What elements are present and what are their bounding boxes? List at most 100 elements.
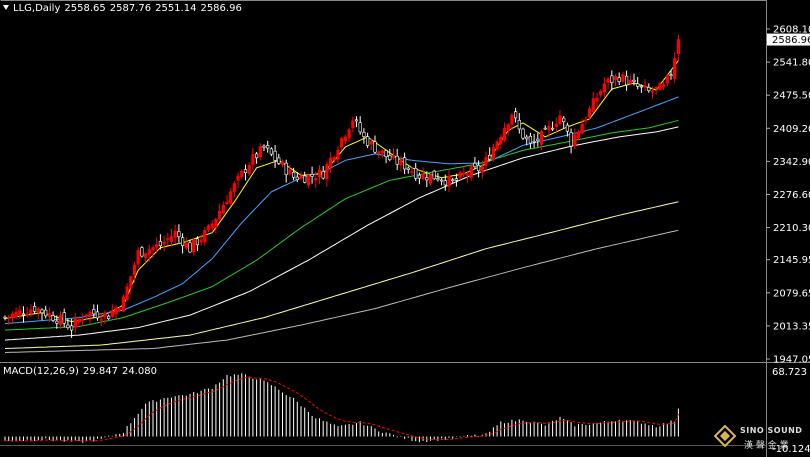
candle [203,226,207,246]
candle [528,132,532,149]
candle [273,144,277,168]
candle [192,238,196,256]
candle [40,308,44,321]
candle [95,304,100,321]
candle [536,132,540,147]
candle [206,224,211,232]
candle [517,113,521,134]
candle [521,127,525,141]
candle [110,304,114,319]
price-tick-label: 1947.05 [773,355,810,366]
candle [432,169,436,180]
candle [543,125,547,131]
price-axis: 2608.102541.802475.502409.202342.902276.… [766,25,810,366]
watermark-subtitle: 漢 聲 金 業 [744,441,789,451]
candle [499,134,503,149]
candle [673,52,677,83]
candle [380,149,385,158]
candle [25,306,29,318]
candle [576,129,581,140]
candle [447,169,451,193]
candle [177,224,181,243]
candle [18,305,22,319]
candle [621,71,625,84]
candle [665,73,669,87]
candle [358,116,362,135]
candle [373,135,377,154]
candle [525,134,529,146]
candle [81,313,85,327]
candle [351,116,355,133]
watermark-brand: SINO SOUND [740,426,803,435]
candle [21,306,26,323]
candle [280,159,285,168]
candle [388,148,392,162]
candle [550,121,555,132]
candle [303,171,307,184]
price-tick-label: 2145.95 [773,255,810,266]
candle [439,178,444,186]
candle [606,77,610,89]
candle [602,77,606,99]
ma200-line [4,229,679,353]
candle [225,194,229,205]
chart-canvas: 2608.102541.802475.502409.202342.902276.… [0,0,810,457]
candle [236,172,240,189]
candle [269,147,274,157]
candle [3,315,7,321]
price-tick-label: 2210.30 [773,223,810,234]
candle [169,228,174,247]
candle [218,203,222,221]
candle [484,151,488,171]
candle [299,171,303,181]
price-tick-label: 2276.60 [773,190,810,201]
macd-panel [4,373,679,443]
close-value: 2586.96 [200,3,242,14]
sino-sound-watermark: SINO SOUND 漢 聲 金 業 [714,423,806,453]
macd-value: 29.847 [82,366,118,377]
candle [676,35,680,61]
candle [255,151,259,164]
moving-averages [4,60,679,353]
candle [232,180,237,197]
macd-label: MACD(12,26,9) [3,366,79,377]
candle [140,246,144,258]
candle [636,76,640,90]
candle [10,311,15,325]
candle [251,147,255,171]
candle [277,153,281,165]
candle [428,173,433,186]
candle [473,156,477,170]
candle [32,302,37,314]
candle [406,166,410,174]
sino-sound-logo-icon [714,425,736,447]
candle [362,128,366,144]
candle [44,305,48,319]
candle [558,109,562,126]
candle [325,161,329,187]
price-tick-label: 2541.80 [773,58,810,69]
candle [321,166,325,180]
macd-tick-label: 68.723 [772,367,807,378]
candle [306,173,311,189]
macd-header: MACD(12,26,9) 29.847 24.080 [3,366,161,377]
candle [136,247,140,268]
candle [92,304,96,319]
candle [221,201,225,215]
candle [340,136,344,151]
candle [132,261,137,283]
candle [354,116,359,128]
price-tick-label: 2079.65 [773,288,810,299]
candle [643,78,647,92]
dropdown-triangle-icon[interactable] [3,5,9,10]
high-value: 2587.76 [109,3,152,14]
candle [243,164,248,181]
candle [210,220,214,233]
symbol-label: LLG,Daily [13,3,61,14]
candle [114,304,118,319]
candle [384,149,388,164]
candle [502,122,507,143]
candle [554,117,558,134]
candle [188,239,192,254]
macd-signal-value: 24.080 [121,366,157,377]
